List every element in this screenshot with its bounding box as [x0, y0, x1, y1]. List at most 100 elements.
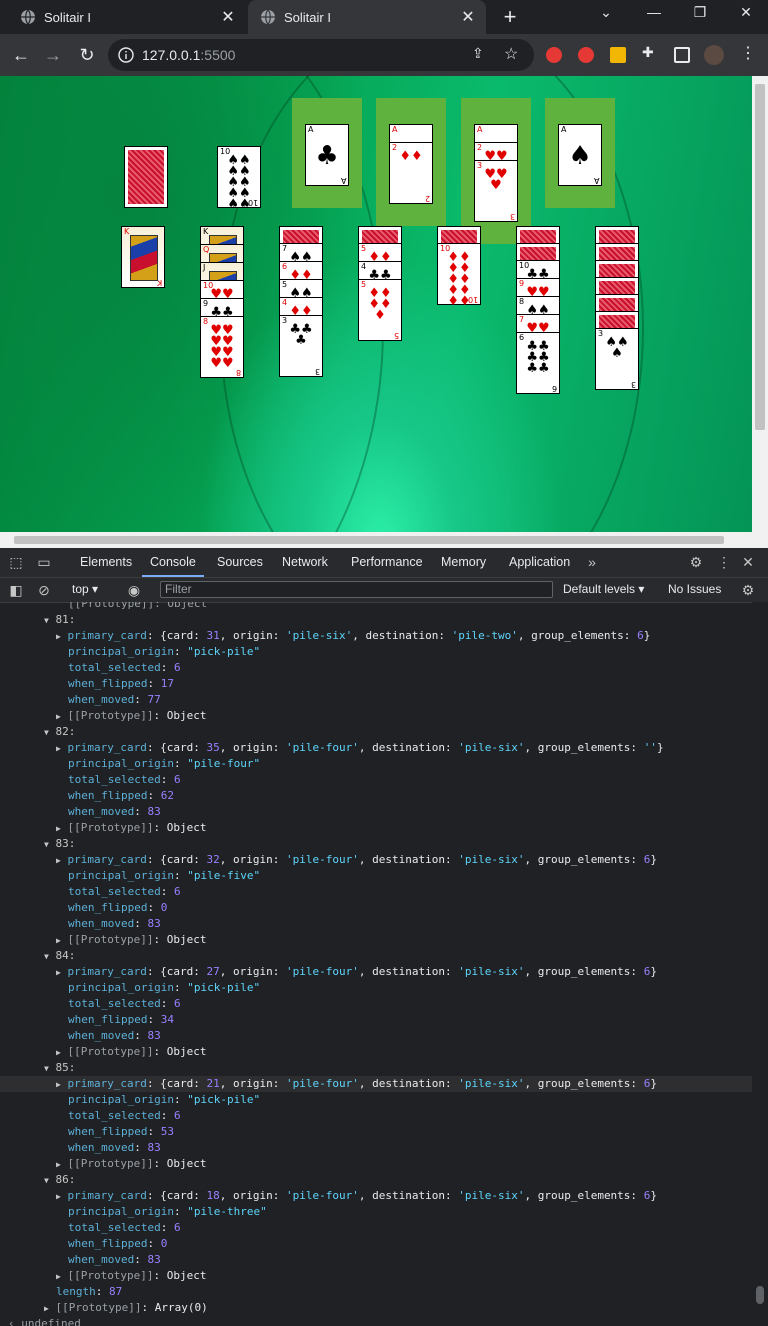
side-panel-icon[interactable]	[674, 47, 690, 63]
tab-search-icon[interactable]: ⌄	[594, 4, 618, 21]
live-expression-eye-icon[interactable]: ◉	[126, 582, 142, 598]
tab-elements[interactable]: Elements	[80, 548, 132, 577]
extension-icon[interactable]	[610, 47, 626, 63]
close-tab-icon[interactable]: ✕	[220, 7, 236, 27]
console-line[interactable]: ▶ primary_card: {card: 32, origin: 'pile…	[0, 852, 752, 868]
console-line[interactable]: total_selected: 6	[0, 772, 752, 788]
restore-icon[interactable]: ❐	[688, 4, 712, 21]
console-line[interactable]: when_moved: 83	[0, 1140, 752, 1156]
console-line[interactable]: principal_origin: "pile-five"	[0, 868, 752, 884]
console-line[interactable]: total_selected: 6	[0, 884, 752, 900]
tab-memory[interactable]: Memory	[441, 548, 486, 577]
page-vertical-scrollbar[interactable]	[752, 76, 768, 532]
tab-sources[interactable]: Sources	[217, 548, 263, 577]
console-line[interactable]: ▼ 86:	[0, 1172, 752, 1188]
console-line[interactable]: when_moved: 83	[0, 1252, 752, 1268]
clear-console-icon[interactable]: ⊘	[36, 582, 52, 598]
console-line[interactable]: ▼ 84:	[0, 948, 752, 964]
console-line[interactable]: principal_origin: "pick-pile"	[0, 1092, 752, 1108]
scroll-thumb[interactable]	[756, 1286, 764, 1304]
console-line[interactable]: length: 87	[0, 1284, 752, 1300]
console-line[interactable]: ▼ 85:	[0, 1060, 752, 1076]
issues-counter[interactable]: No Issues	[668, 582, 721, 596]
inspect-element-icon[interactable]: ⬚	[8, 554, 24, 570]
browser-tab-1[interactable]: Solitair I ✕	[8, 0, 246, 34]
console-line[interactable]: when_flipped: 62	[0, 788, 752, 804]
console-line[interactable]: principal_origin: "pick-pile"	[0, 980, 752, 996]
console-line[interactable]: ‹ undefined	[0, 1316, 752, 1326]
minimize-icon[interactable]: —	[642, 4, 666, 20]
playing-card[interactable]: 8 8 ♥♥♥♥♥♥♥♥	[200, 316, 244, 378]
console-line[interactable]: total_selected: 6	[0, 996, 752, 1012]
share-icon[interactable]: ⇪	[472, 45, 484, 62]
scroll-thumb[interactable]	[14, 536, 724, 544]
scroll-thumb[interactable]	[755, 84, 765, 430]
console-line[interactable]: ▶ primary_card: {card: 18, origin: 'pile…	[0, 1188, 752, 1204]
puzzle-icon[interactable]: ✚	[642, 44, 658, 60]
console-line[interactable]: ▶ primary_card: {card: 35, origin: 'pile…	[0, 740, 752, 756]
console-line[interactable]: ▶ [[Prototype]]: Object	[0, 1268, 752, 1284]
console-line[interactable]: ▼ 81:	[0, 612, 752, 628]
page-horizontal-scrollbar[interactable]	[0, 532, 768, 548]
console-line[interactable]: principal_origin: "pick-pile"	[0, 644, 752, 660]
playing-card[interactable]: 3 3 ♠♠♠	[595, 328, 639, 390]
console-line[interactable]: when_flipped: 53	[0, 1124, 752, 1140]
console-line[interactable]: ▶ primary_card: {card: 27, origin: 'pile…	[0, 964, 752, 980]
playing-card[interactable]: 10 10 ♦♦♦♦♦♦♦♦♦♦	[437, 243, 481, 308]
address-bar[interactable]: 127.0.0.1:5500 ⇪ ☆	[108, 39, 534, 71]
console-line[interactable]: principal_origin: "pile-four"	[0, 756, 752, 772]
console-line[interactable]: when_moved: 77	[0, 692, 752, 708]
more-tabs-icon[interactable]: »	[584, 554, 600, 570]
console-line[interactable]: when_moved: 83	[0, 804, 752, 820]
playing-card[interactable]: A A ♣	[305, 124, 349, 186]
console-line[interactable]: ▶ [[Prototype]]: Object	[0, 708, 752, 724]
console-line[interactable]: ▼ 83:	[0, 836, 752, 852]
sidebar-toggle-icon[interactable]: ◧	[8, 582, 24, 598]
card-back[interactable]	[124, 146, 168, 208]
extension-icon[interactable]	[578, 47, 594, 63]
close-window-icon[interactable]: ✕	[734, 4, 758, 21]
close-tab-icon[interactable]: ✕	[460, 7, 476, 27]
playing-card[interactable]: 3 3 ♣♣♣	[279, 315, 323, 377]
new-tab-icon[interactable]: +	[498, 4, 522, 30]
settings-gear-icon[interactable]: ⚙	[688, 554, 704, 570]
devtools-menu-icon[interactable]: ⋮	[716, 554, 732, 570]
console-filter-input[interactable]: Filter	[160, 581, 553, 598]
site-info-icon[interactable]	[118, 47, 134, 63]
playing-card[interactable]: 10 10 ♠♠♠♠♠♠♠♠♠♠	[217, 146, 261, 211]
tab-console[interactable]: Console	[142, 548, 204, 577]
console-line[interactable]: ▶ [[Prototype]]: Object	[0, 1156, 752, 1172]
console-line[interactable]: ▶ primary_card: {card: 21, origin: 'pile…	[0, 1076, 752, 1092]
avatar[interactable]	[704, 45, 724, 65]
console-line[interactable]: total_selected: 6	[0, 1220, 752, 1236]
playing-card[interactable]: 3 3 ♥♥♥	[474, 160, 518, 222]
console-line[interactable]: [[Prototype]]: Object	[0, 602, 752, 612]
reload-icon[interactable]: ↻	[76, 44, 98, 66]
console-settings-gear-icon[interactable]: ⚙	[740, 582, 756, 598]
console-scrollbar[interactable]	[752, 602, 768, 1326]
console-line[interactable]: total_selected: 6	[0, 1108, 752, 1124]
console-line[interactable]: ▶ [[Prototype]]: Object	[0, 1044, 752, 1060]
back-icon[interactable]: ←	[10, 44, 32, 66]
console-line[interactable]: when_flipped: 17	[0, 676, 752, 692]
playing-card[interactable]: 6 6 ♣♣♣♣♣♣	[516, 332, 560, 394]
console-line[interactable]: total_selected: 6	[0, 660, 752, 676]
tab-application[interactable]: Application	[509, 548, 570, 577]
console-line[interactable]: when_flipped: 0	[0, 900, 752, 916]
console-line[interactable]: when_moved: 83	[0, 916, 752, 932]
console-line[interactable]: when_flipped: 34	[0, 1012, 752, 1028]
forward-icon[interactable]: →	[42, 44, 64, 66]
console-line[interactable]: ▶ [[Prototype]]: Array(0)	[0, 1300, 752, 1316]
context-selector[interactable]: top ▾	[72, 582, 98, 596]
console-line[interactable]: ▶ [[Prototype]]: Object	[0, 820, 752, 836]
playing-card[interactable]: 2 2 ♦♦	[389, 142, 433, 204]
console-line[interactable]: ▼ 82:	[0, 724, 752, 740]
browser-tab-2[interactable]: Solitair I ✕	[248, 0, 486, 34]
console-line[interactable]: when_moved: 83	[0, 1028, 752, 1044]
bookmark-star-icon[interactable]: ☆	[504, 44, 518, 64]
tab-network[interactable]: Network	[282, 548, 328, 577]
extension-icon[interactable]	[546, 47, 562, 63]
close-devtools-icon[interactable]: ✕	[740, 554, 756, 570]
tab-performance[interactable]: Performance	[351, 548, 423, 577]
console-line[interactable]: when_flipped: 0	[0, 1236, 752, 1252]
